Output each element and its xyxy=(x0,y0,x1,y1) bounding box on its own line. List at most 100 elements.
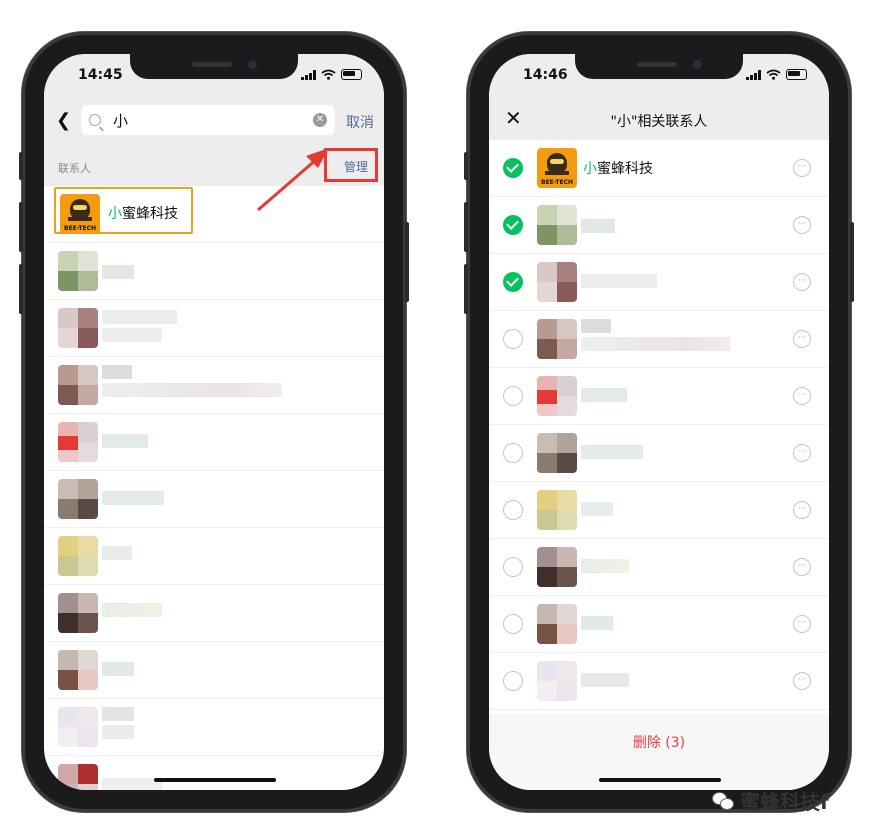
blurred-avatar xyxy=(537,490,577,530)
list-item[interactable] xyxy=(44,471,384,528)
blurred-name xyxy=(102,778,162,790)
home-indicator[interactable] xyxy=(154,778,276,782)
cancel-button[interactable]: 取消 xyxy=(346,112,374,132)
blurred-name xyxy=(581,559,629,573)
blurred-avatar xyxy=(58,593,98,633)
list-item[interactable]: ··· xyxy=(489,653,829,710)
row-checkbox[interactable] xyxy=(503,500,523,520)
more-icon[interactable]: ··· xyxy=(793,672,811,690)
list-item[interactable]: ··· xyxy=(489,482,829,539)
phone-frame-right: 14:46 ✕ "小"相关联系人 BEE-TECH 小蜜蜂科技 ··· ··· … xyxy=(464,32,854,812)
blurred-avatar xyxy=(537,604,577,644)
blurred-name xyxy=(102,603,162,617)
row-checkbox[interactable] xyxy=(503,386,523,406)
list-item[interactable] xyxy=(44,300,384,357)
list-item[interactable] xyxy=(44,243,384,300)
blurred-name xyxy=(102,328,162,342)
list-item[interactable] xyxy=(44,357,384,414)
search-box[interactable]: ✕ xyxy=(81,105,335,135)
blurred-name xyxy=(102,491,164,505)
clear-icon[interactable]: ✕ xyxy=(313,113,327,127)
back-icon[interactable]: ❮ xyxy=(56,110,71,131)
list-item[interactable]: BEE-TECH 小蜜蜂科技 ··· xyxy=(489,140,829,197)
blurred-name xyxy=(102,662,134,676)
list-item[interactable] xyxy=(44,585,384,642)
home-indicator[interactable] xyxy=(599,778,721,782)
row-checkbox[interactable] xyxy=(503,215,523,235)
side-button xyxy=(19,202,23,252)
list-item[interactable] xyxy=(44,699,384,756)
row-checkbox[interactable] xyxy=(503,614,523,634)
blurred-name xyxy=(102,546,132,560)
watermark-text: 蜜蜂科技f xyxy=(740,790,829,814)
contacts-section-header: 联系人 管理 xyxy=(44,142,384,186)
blurred-name xyxy=(102,383,282,397)
list-item[interactable]: ··· xyxy=(489,368,829,425)
notch xyxy=(130,54,298,79)
signal-icon xyxy=(746,69,761,80)
blurred-avatar xyxy=(58,422,98,462)
annotation-highlight-box xyxy=(324,148,378,182)
row-checkbox[interactable] xyxy=(503,557,523,577)
blurred-avatar xyxy=(537,319,577,359)
list-item[interactable] xyxy=(44,642,384,699)
nav-bar: ✕ "小"相关联系人 xyxy=(489,100,829,140)
list-item[interactable] xyxy=(44,756,384,790)
more-icon[interactable]: ··· xyxy=(793,273,811,291)
section-label: 联系人 xyxy=(58,162,91,175)
blurred-name xyxy=(581,673,629,687)
status-time: 14:45 xyxy=(78,67,123,83)
more-icon[interactable]: ··· xyxy=(793,615,811,633)
wechat-logo-icon xyxy=(712,791,734,810)
phone-frame-left: 14:45 ❮ ✕ 取消 联系人 管理 xyxy=(19,32,409,812)
list-item[interactable]: ··· xyxy=(489,311,829,368)
list-item[interactable]: ··· xyxy=(489,197,829,254)
list-item[interactable]: BEE-TECH 小蜜蜂科技 xyxy=(44,186,384,243)
bee-tech-avatar: BEE-TECH xyxy=(537,148,577,188)
blurred-avatar xyxy=(58,536,98,576)
list-item[interactable]: ··· xyxy=(489,539,829,596)
blurred-avatar xyxy=(58,308,98,348)
more-icon[interactable]: ··· xyxy=(793,159,811,177)
side-button xyxy=(464,202,468,252)
blurred-avatar xyxy=(58,251,98,291)
battery-icon xyxy=(786,69,807,80)
blurred-name xyxy=(581,388,627,402)
blurred-avatar xyxy=(58,707,98,747)
list-item[interactable]: ··· xyxy=(489,596,829,653)
side-button xyxy=(464,152,468,180)
screen-right: 14:46 ✕ "小"相关联系人 BEE-TECH 小蜜蜂科技 ··· ··· … xyxy=(489,54,829,790)
delete-button[interactable]: 删除 (3) xyxy=(489,732,829,752)
blurred-avatar xyxy=(537,661,577,701)
blurred-name xyxy=(581,319,611,333)
contact-name: 小蜜蜂科技 xyxy=(583,161,653,177)
row-checkbox[interactable] xyxy=(503,329,523,349)
row-checkbox[interactable] xyxy=(503,272,523,292)
blurred-avatar xyxy=(537,547,577,587)
blurred-avatar xyxy=(58,365,98,405)
more-icon[interactable]: ··· xyxy=(793,501,811,519)
more-icon[interactable]: ··· xyxy=(793,330,811,348)
blurred-avatar xyxy=(537,262,577,302)
blurred-name xyxy=(581,337,731,351)
more-icon[interactable]: ··· xyxy=(793,387,811,405)
side-button xyxy=(850,222,854,302)
search-input[interactable] xyxy=(111,110,285,130)
more-icon[interactable]: ··· xyxy=(793,558,811,576)
wifi-icon xyxy=(766,69,781,80)
contact-name: 小蜜蜂科技 xyxy=(108,206,178,222)
notch xyxy=(575,54,743,79)
list-item[interactable]: ··· xyxy=(489,425,829,482)
more-icon[interactable]: ··· xyxy=(793,216,811,234)
row-checkbox[interactable] xyxy=(503,671,523,691)
contact-list: BEE-TECH 小蜜蜂科技 xyxy=(44,186,384,790)
battery-icon xyxy=(341,69,362,80)
blurred-name xyxy=(102,265,134,279)
blurred-avatar xyxy=(537,205,577,245)
list-item[interactable]: ··· xyxy=(489,254,829,311)
more-icon[interactable]: ··· xyxy=(793,444,811,462)
list-item[interactable] xyxy=(44,528,384,585)
list-item[interactable] xyxy=(44,414,384,471)
row-checkbox[interactable] xyxy=(503,443,523,463)
row-checkbox[interactable] xyxy=(503,158,523,178)
